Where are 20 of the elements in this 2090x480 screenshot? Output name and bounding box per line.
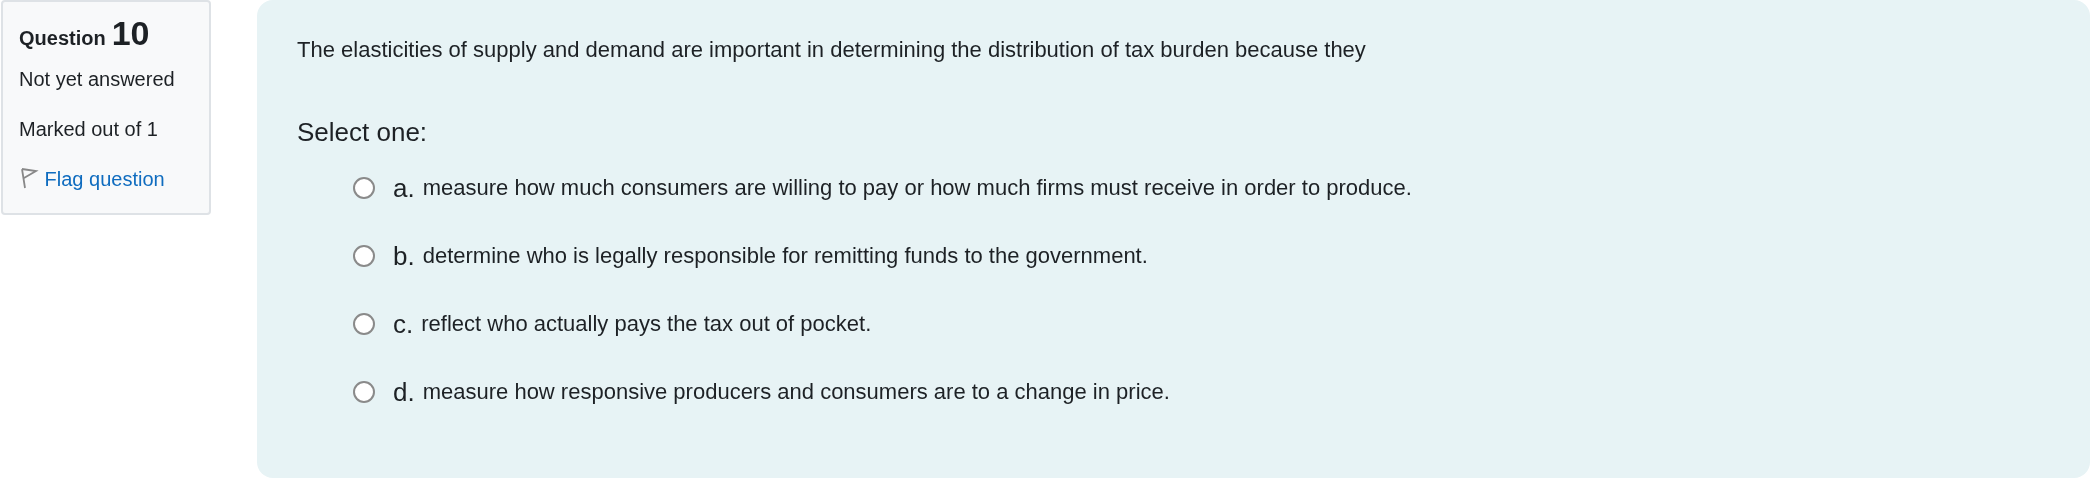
radio-button[interactable] bbox=[353, 313, 375, 335]
marks-text: Marked out of 1 bbox=[19, 117, 159, 142]
question-text: The elasticities of supply and demand are important in determining the distribution of tax burden because they bbox=[297, 36, 1367, 64]
answer-state: Not yet answered bbox=[19, 67, 176, 92]
option-text[interactable]: reflect who actually pays the tax out of pocket. bbox=[421, 311, 872, 337]
option-letter: b. bbox=[393, 240, 415, 272]
option-letter: c. bbox=[393, 308, 414, 340]
option-text[interactable]: measure how responsive producers and consumers are to a change in price. bbox=[422, 379, 1170, 405]
option-letter: a. bbox=[393, 172, 415, 204]
radio-button[interactable] bbox=[353, 245, 375, 267]
radio-button[interactable] bbox=[353, 177, 375, 199]
option-text[interactable]: measure how much consumers are willing to pay or how much firms must receive in order to produce. bbox=[422, 175, 1412, 201]
question-number: 10 bbox=[111, 14, 150, 53]
flag-question-link[interactable]: Flag question bbox=[39, 168, 165, 190]
flag-icon[interactable] bbox=[19, 167, 39, 189]
radio-button[interactable] bbox=[353, 381, 375, 403]
option-letter: d. bbox=[393, 376, 415, 408]
option-text[interactable]: determine who is legally responsible for remitting funds to the government. bbox=[422, 243, 1148, 269]
question-label: Question bbox=[19, 27, 106, 50]
select-prompt: Select one: bbox=[297, 116, 429, 148]
